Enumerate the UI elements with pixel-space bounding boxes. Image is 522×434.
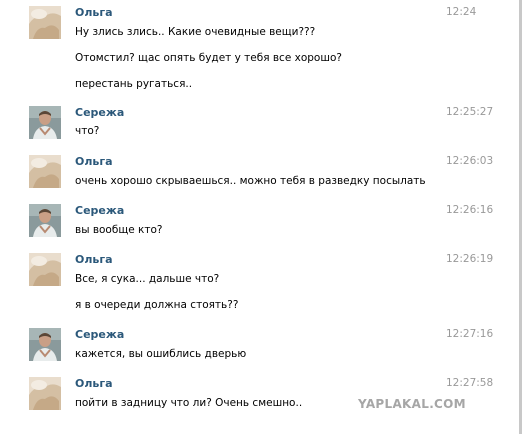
author-name[interactable]: Ольга <box>75 155 113 168</box>
message-time: 12:25:27 <box>446 106 494 118</box>
author-name[interactable]: Ольга <box>75 377 113 390</box>
message-time: 12:27:16 <box>446 328 494 340</box>
author-name[interactable]: Сережа <box>75 204 124 217</box>
avatar-photo-serezha <box>29 106 61 139</box>
message-time: 12:24 <box>446 6 477 18</box>
message-text: вы вообще кто? <box>75 224 163 236</box>
author-name[interactable]: Ольга <box>75 253 113 266</box>
olga-avatar[interactable] <box>29 6 61 39</box>
message-text: очень хорошо скрываешься.. можно тебя в … <box>75 175 426 187</box>
message-text: я в очереди должна стоять?? <box>75 299 239 311</box>
message-text: Все, я сука... дальше что? <box>75 273 220 285</box>
message-text: пойти в задницу что ли? Очень смешно.. <box>75 397 303 409</box>
message-text: что? <box>75 125 100 137</box>
author-name[interactable]: Сережа <box>75 328 124 341</box>
message-time: 12:27:58 <box>446 377 494 389</box>
avatar-photo-serezha <box>29 204 61 237</box>
avatar-photo-serezha <box>29 328 61 361</box>
olga-avatar[interactable] <box>29 377 61 410</box>
avatar-photo-olga <box>29 155 61 188</box>
olga-avatar[interactable] <box>29 155 61 188</box>
author-name[interactable]: Ольга <box>75 6 113 19</box>
serezha-avatar[interactable] <box>29 328 61 361</box>
message-text: перестань ругаться.. <box>75 78 193 90</box>
message-text: Отомстил? щас опять будет у тебя все хор… <box>75 52 342 64</box>
avatar-photo-olga <box>29 6 61 39</box>
olga-avatar[interactable] <box>29 253 61 286</box>
site-watermark: YAPLAKAL.COM <box>358 397 466 411</box>
serezha-avatar[interactable] <box>29 204 61 237</box>
avatar-photo-olga <box>29 253 61 286</box>
message-time: 12:26:03 <box>446 155 494 167</box>
avatar-photo-olga <box>29 377 61 410</box>
message-time: 12:26:19 <box>446 253 494 265</box>
author-name[interactable]: Сережа <box>75 106 124 119</box>
message-text: Ну злись злись.. Какие очевидные вещи??? <box>75 26 316 38</box>
message-time: 12:26:16 <box>446 204 494 216</box>
message-text: кажется, вы ошиблись дверью <box>75 348 247 360</box>
serezha-avatar[interactable] <box>29 106 61 139</box>
